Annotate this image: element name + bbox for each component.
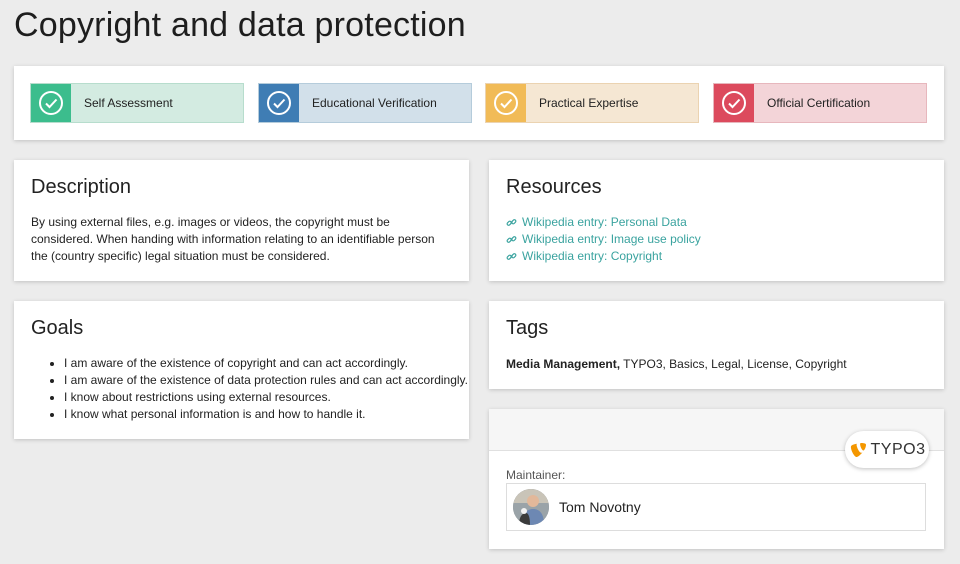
avatar [513, 489, 549, 525]
description-text: By using external files, e.g. images or … [31, 215, 435, 263]
typo3-logo-icon [850, 442, 866, 457]
resource-link[interactable]: Wikipedia entry: Personal Data [506, 214, 701, 231]
link-icon [506, 219, 517, 226]
check-circle-icon [486, 84, 526, 122]
description-heading: Description [31, 176, 132, 198]
goal-item: I know about restrictions using external… [64, 389, 468, 406]
level-label: Practical Expertise [539, 96, 639, 110]
resource-link[interactable]: Wikipedia entry: Image use policy [506, 231, 701, 248]
link-icon [506, 236, 517, 243]
resource-link[interactable]: Wikipedia entry: Copyright [506, 248, 701, 265]
maintainer-card: TYPO3 Maintainer: Tom Novotny [489, 409, 944, 549]
levels-card: Self Assessment Educational Verification… [14, 66, 944, 140]
tag-primary[interactable]: Media Management, [506, 357, 620, 371]
level-official-certification[interactable]: Official Certification [713, 83, 927, 123]
tag-rest[interactable]: TYPO3, Basics, Legal, License, Copyright [620, 357, 846, 371]
resource-link-label[interactable]: Wikipedia entry: Personal Data [522, 214, 687, 231]
check-circle-icon [259, 84, 299, 122]
check-circle-icon [31, 84, 71, 122]
tag-list: Media Management, TYPO3, Basics, Legal, … [506, 357, 847, 371]
resources-list: Wikipedia entry: Personal Data Wikipedia… [506, 214, 701, 265]
goal-item: I know what personal information is and … [64, 406, 468, 423]
resources-heading: Resources [506, 176, 602, 198]
level-label: Educational Verification [312, 96, 437, 110]
page-title: Copyright and data protection [14, 6, 466, 44]
level-educational-verification[interactable]: Educational Verification [258, 83, 472, 123]
resource-link-label[interactable]: Wikipedia entry: Image use policy [522, 231, 701, 248]
level-practical-expertise[interactable]: Practical Expertise [485, 83, 699, 123]
maintainer-person[interactable]: Tom Novotny [506, 483, 926, 531]
link-icon [506, 253, 517, 260]
tags-card: Tags Media Management, TYPO3, Basics, Le… [489, 301, 944, 389]
typo3-logo-badge: TYPO3 [845, 431, 929, 468]
goal-item: I am aware of the existence of data prot… [64, 372, 468, 389]
goals-card: Goals I am aware of the existence of cop… [14, 301, 469, 439]
description-card: Description By using external files, e.g… [14, 160, 469, 281]
goal-item: I am aware of the existence of copyright… [64, 355, 468, 372]
check-circle-icon [714, 84, 754, 122]
level-label: Official Certification [767, 96, 871, 110]
resources-card: Resources Wikipedia entry: Personal Data… [489, 160, 944, 281]
level-label: Self Assessment [84, 96, 173, 110]
resource-link-label[interactable]: Wikipedia entry: Copyright [522, 248, 662, 265]
typo3-badge-label: TYPO3 [870, 440, 926, 458]
level-self-assessment[interactable]: Self Assessment [30, 83, 244, 123]
goals-heading: Goals [31, 317, 84, 339]
tags-heading: Tags [506, 317, 549, 339]
maintainer-label: Maintainer: [506, 468, 566, 482]
goals-list: I am aware of the existence of copyright… [31, 355, 468, 423]
maintainer-name[interactable]: Tom Novotny [559, 499, 641, 515]
